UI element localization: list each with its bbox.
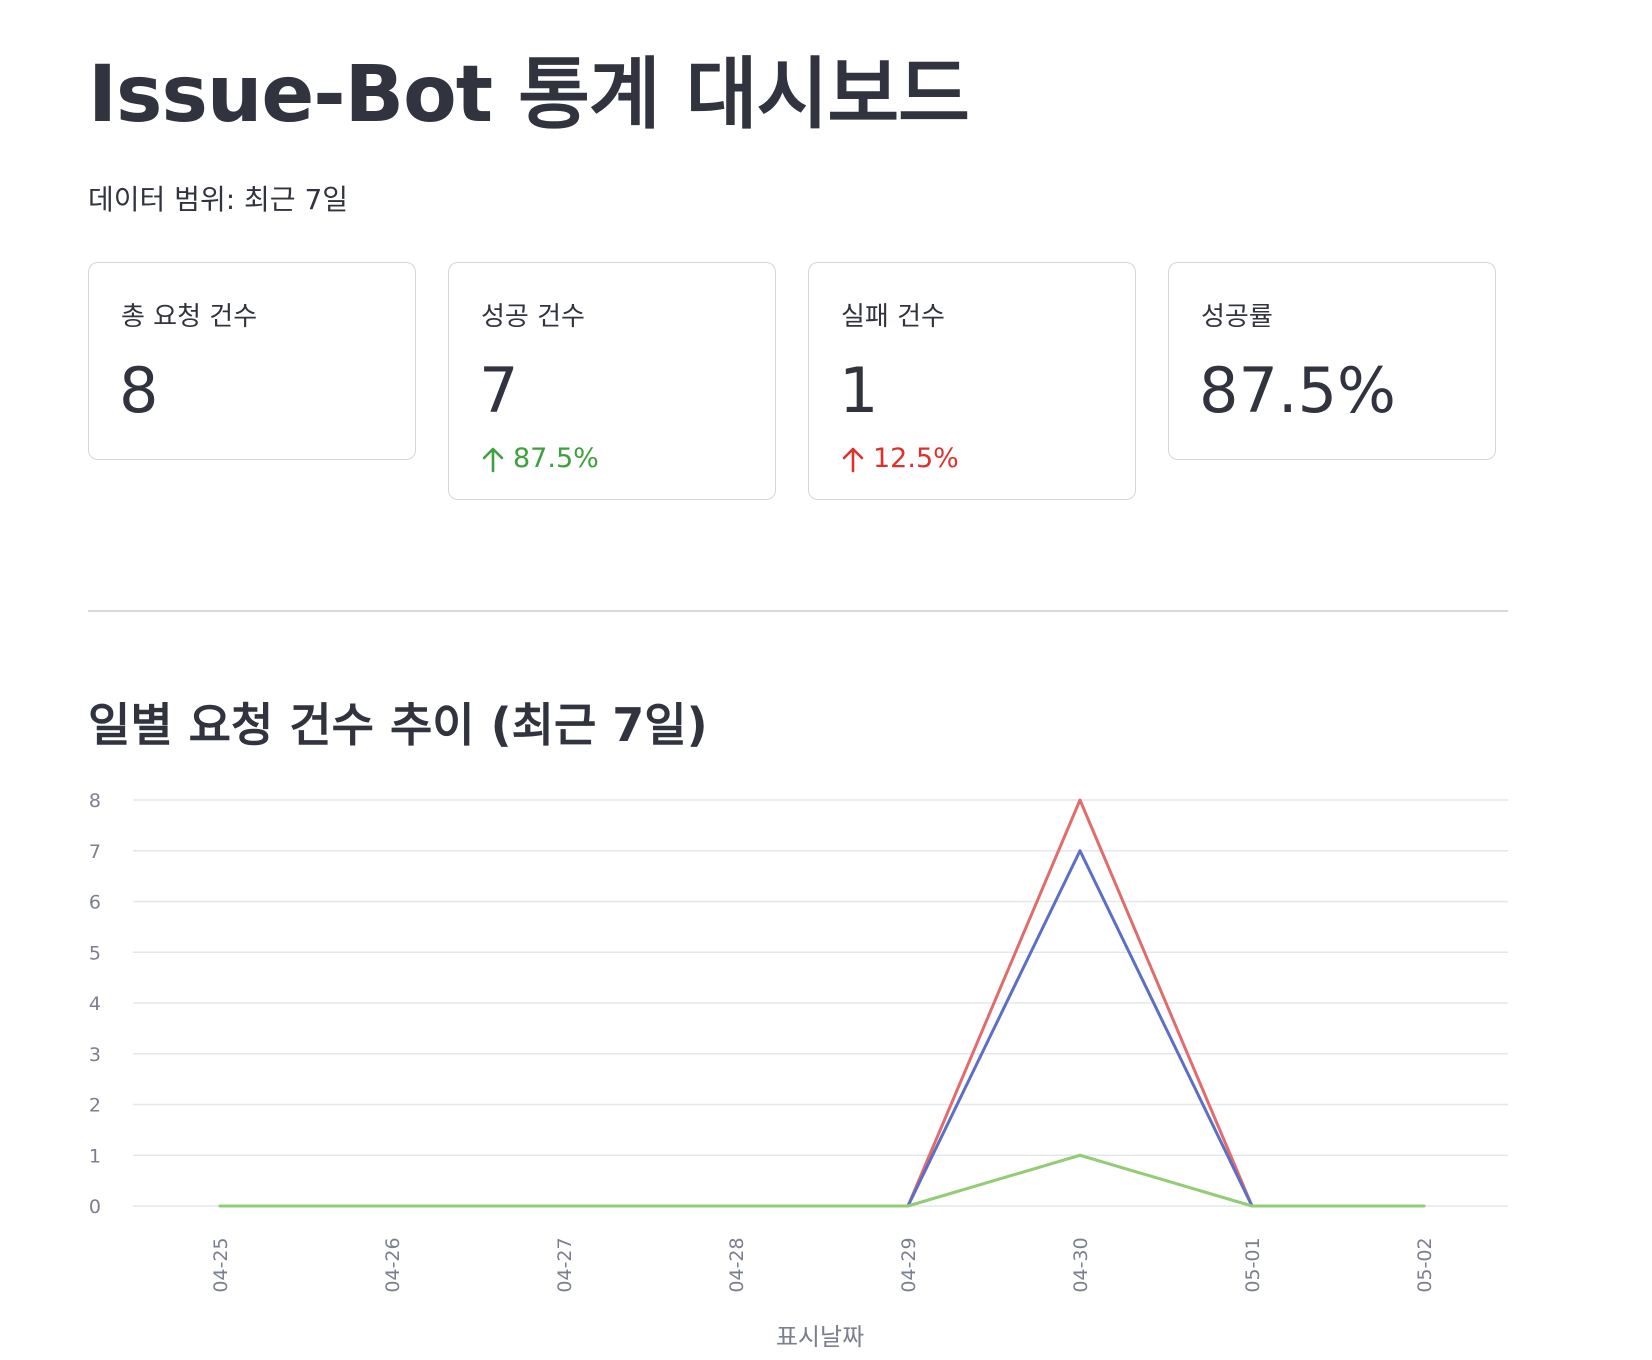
x-tick-label: 05-01 (1242, 1237, 1264, 1292)
y-tick-label: 1 (89, 1145, 101, 1167)
x-tick-label: 04-27 (554, 1237, 576, 1292)
x-tick-label: 04-29 (898, 1237, 920, 1292)
x-axis-title: 표시날짜 (776, 1323, 864, 1351)
series-line-2 (906, 849, 1254, 1208)
y-tick-label: 4 (89, 993, 101, 1015)
x-tick-label: 04-26 (382, 1237, 404, 1292)
y-tick-label: 2 (89, 1095, 101, 1117)
y-tick-label: 6 (89, 892, 101, 914)
y-tick-label: 5 (89, 942, 101, 964)
series-line-3 (218, 1153, 1426, 1208)
y-tick-label: 8 (89, 790, 101, 812)
x-tick-label: 05-02 (1414, 1237, 1436, 1292)
y-tick-label: 7 (89, 841, 101, 863)
y-tick-label: 3 (89, 1044, 101, 1066)
daily-requests-line-chart: 0 1 2 3 4 5 6 7 8 04-25 04-26 04-27 04-28 04-29 04-30 0… (89, 790, 1508, 1351)
y-tick-label: 0 (89, 1196, 101, 1218)
x-tick-label: 04-28 (726, 1237, 748, 1292)
x-tick-label: 04-30 (1070, 1237, 1092, 1292)
x-tick-label: 04-25 (210, 1237, 232, 1292)
